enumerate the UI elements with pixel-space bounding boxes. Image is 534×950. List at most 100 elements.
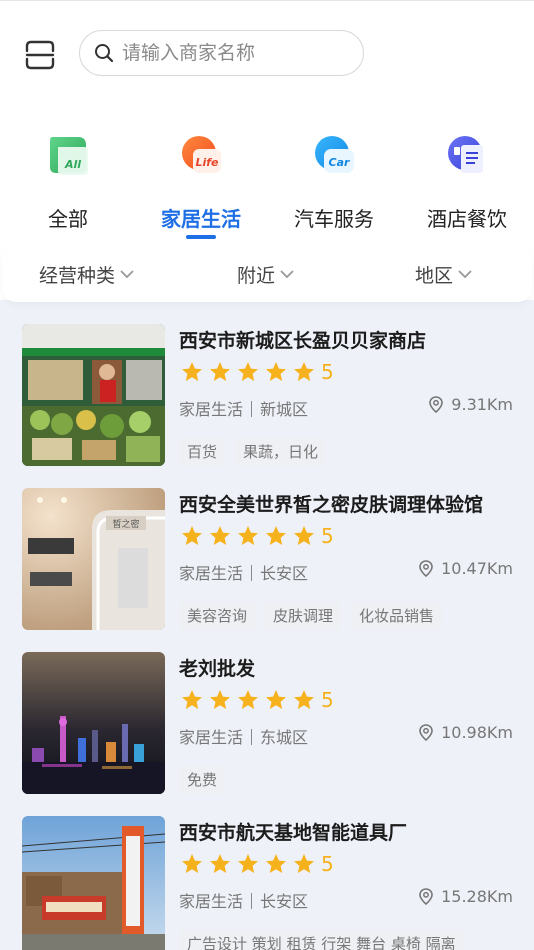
- star-icon: [266, 854, 286, 873]
- shop-name: 老刘批发: [179, 658, 256, 680]
- shop-tag: 广告设计 策划 租赁 行架 舞台 桌椅 隔离: [179, 930, 464, 950]
- shop-meta: 家居生活 东城区: [179, 724, 308, 748]
- shop-category: 家居生活: [179, 728, 244, 747]
- star-icon: [238, 854, 258, 873]
- tab-home-life[interactable]: Life 家居生活: [141, 129, 261, 239]
- shop-photo-factory: [22, 816, 165, 950]
- svg-text:Car: Car: [329, 156, 350, 169]
- shop-distance: 10.47Km: [419, 559, 513, 578]
- shop-district: 东城区: [260, 728, 309, 747]
- rating-score: 5: [321, 852, 334, 876]
- shop-photo-city-night: [22, 652, 165, 794]
- distance-value: 10.47Km: [441, 559, 513, 578]
- car-category-icon: Car: [315, 136, 354, 173]
- distance-value: 9.31Km: [451, 395, 513, 414]
- rating-score: 5: [321, 360, 334, 384]
- shop-district: 新城区: [260, 400, 309, 419]
- shop-meta: 家居生活 长安区: [179, 888, 308, 912]
- shop-card[interactable]: 西安市航天基地智能道具厂 5 家居生活 长安区 15.28Km 广告设计 策划 租…: [22, 814, 522, 950]
- chevron-down-icon: [458, 270, 472, 279]
- shop-card[interactable]: 皙之密 西安全美世界皙之密皮肤调理体验馆 5 家居生活 长安区 10.47Km 美…: [22, 486, 522, 630]
- tab-label: 全部: [48, 207, 88, 231]
- shop-distance: 9.31Km: [429, 395, 513, 414]
- shop-tag: 免费: [179, 766, 226, 794]
- scan-icon[interactable]: [24, 39, 56, 71]
- chevron-down-icon: [280, 270, 294, 279]
- shop-category: 家居生活: [179, 892, 244, 911]
- shop-meta: 家居生活 长安区: [179, 560, 308, 584]
- shop-distance: 10.98Km: [419, 723, 513, 742]
- shop-tag: 果蔬，日化: [235, 438, 327, 466]
- shop-tags: 免费: [179, 766, 235, 794]
- shop-photo-skincare: 皙之密: [22, 488, 165, 630]
- chevron-down-icon: [120, 270, 134, 279]
- location-pin-icon: [419, 888, 433, 905]
- star-icon: [294, 854, 314, 873]
- rating-score: 5: [321, 688, 334, 712]
- svg-text:皙之密: 皙之密: [112, 518, 139, 530]
- shop-card[interactable]: 西安市新城区长盈贝贝家商店 5 家居生活 新城区 9.31Km 百货 果蔬，日化: [22, 322, 522, 466]
- category-tabs: All 全部 Life 家居生活 Car 汽车服务 酒店餐饮: [0, 129, 534, 239]
- filter-label: 经营种类: [39, 264, 116, 287]
- star-icon: [294, 362, 314, 381]
- star-icon: [266, 690, 286, 709]
- shop-district: 长安区: [260, 892, 309, 911]
- star-icon: [238, 362, 258, 381]
- location-pin-icon: [429, 396, 444, 413]
- rating-score: 5: [321, 524, 334, 548]
- filter-label: 地区: [415, 264, 454, 287]
- shop-tag: 百货: [179, 438, 226, 466]
- filter-business-type[interactable]: 经营种类: [39, 246, 135, 302]
- filter-nearby[interactable]: 附近: [237, 246, 295, 302]
- location-pin-icon: [419, 560, 433, 577]
- star-icon: [182, 362, 202, 381]
- star-rating: 5: [180, 524, 334, 548]
- active-tab-indicator: [186, 235, 216, 239]
- shop-name: 西安市新城区长盈贝贝家商店: [179, 330, 427, 352]
- filter-label: 附近: [237, 264, 276, 287]
- shop-meta: 家居生活 新城区: [179, 396, 308, 420]
- filter-region[interactable]: 地区: [415, 246, 473, 302]
- star-rating: 5: [180, 688, 334, 712]
- star-icon: [266, 526, 286, 545]
- search-icon: [95, 44, 114, 63]
- star-icon: [210, 854, 230, 873]
- shop-tag: 皮肤调理: [265, 602, 342, 630]
- tab-car-service[interactable]: Car 汽车服务: [274, 129, 394, 239]
- shop-tags: 百货 果蔬，日化: [179, 438, 336, 466]
- shop-tags: 广告设计 策划 租赁 行架 舞台 桌椅 隔离: [179, 930, 474, 950]
- search-bar[interactable]: [79, 30, 364, 76]
- tab-hotel-dining[interactable]: 酒店餐饮: [407, 129, 527, 239]
- star-icon: [238, 690, 258, 709]
- filter-bar: 经营种类 附近 地区: [2, 246, 532, 302]
- star-icon: [210, 362, 230, 381]
- shop-photo-grocery: [22, 324, 165, 466]
- star-rating: 5: [180, 360, 334, 384]
- shop-distance: 15.28Km: [419, 887, 513, 906]
- svg-text:Life: Life: [195, 156, 219, 169]
- shop-category: 家居生活: [179, 400, 244, 419]
- hotel-category-icon: [448, 136, 483, 173]
- shop-name: 西安市航天基地智能道具厂: [179, 822, 408, 844]
- star-icon: [294, 526, 314, 545]
- shop-name: 西安全美世界皙之密皮肤调理体验馆: [179, 494, 484, 516]
- distance-value: 10.98Km: [441, 723, 513, 742]
- location-pin-icon: [419, 724, 433, 741]
- tab-label: 汽车服务: [294, 207, 374, 231]
- star-icon: [210, 690, 230, 709]
- star-icon: [182, 526, 202, 545]
- shop-district: 长安区: [260, 564, 309, 583]
- tab-label: 酒店餐饮: [427, 207, 507, 231]
- shop-card[interactable]: 老刘批发 5 家居生活 东城区 10.98Km 免费: [22, 650, 522, 794]
- search-input[interactable]: [122, 42, 342, 64]
- star-icon: [266, 362, 286, 381]
- star-icon: [294, 690, 314, 709]
- star-rating: 5: [180, 852, 334, 876]
- tab-label: 家居生活: [161, 207, 241, 231]
- star-icon: [182, 690, 202, 709]
- all-category-icon: All: [50, 137, 88, 175]
- distance-value: 15.28Km: [441, 887, 513, 906]
- svg-text:All: All: [64, 158, 81, 171]
- star-icon: [238, 526, 258, 545]
- tab-all[interactable]: All 全部: [8, 129, 128, 239]
